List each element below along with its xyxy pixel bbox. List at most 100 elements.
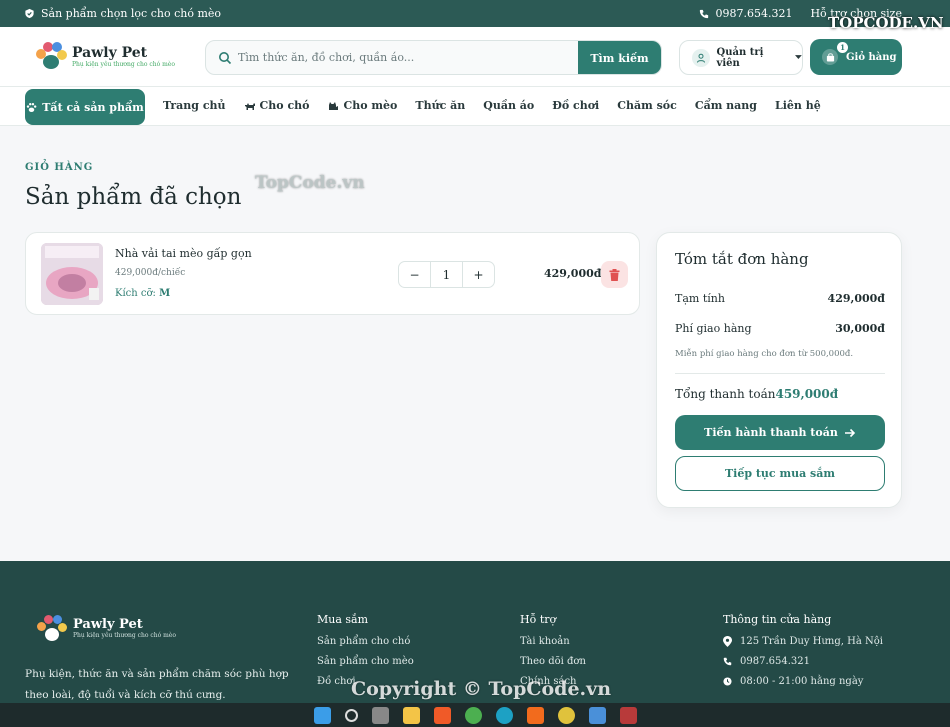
footer-store-title: Thông tin cửa hàng xyxy=(723,613,832,626)
nav-item-care[interactable]: Chăm sóc xyxy=(617,99,677,112)
line-total: 429,000đ xyxy=(544,267,602,280)
product-thumbnail[interactable] xyxy=(41,243,103,305)
paw-logo-icon xyxy=(36,41,67,71)
nav-item-label: Liên hệ xyxy=(774,99,821,112)
nav-item-label: Trang chủ xyxy=(163,99,226,112)
subtotal-row: Tạm tính 429,000đ xyxy=(675,292,885,305)
os-taskbar xyxy=(0,703,950,727)
shipping-row: Phí giao hàng 30,000đ xyxy=(675,322,885,335)
brand-logo[interactable]: Pawly Pet Phụ kiện yêu thương cho chó mè… xyxy=(36,41,175,71)
clock-icon xyxy=(723,677,732,686)
search-taskbar-icon[interactable] xyxy=(344,708,358,722)
nav-item-toys[interactable]: Đồ chơi xyxy=(552,99,599,112)
shipping-value: 30,000đ xyxy=(835,322,885,335)
nav-item-label: Cho chó xyxy=(259,99,310,112)
product-name[interactable]: Nhà vải tai mèo gấp gọn xyxy=(115,247,252,260)
nav-links: Trang chủ Cho chó Cho mèo Thức ăn Quần á… xyxy=(163,99,821,112)
topbar-phone[interactable]: 0987.654.321 xyxy=(715,7,792,20)
file-explorer-icon[interactable] xyxy=(402,706,420,724)
watermark-corner: TOPCODE.VN xyxy=(828,14,944,32)
task-view-icon[interactable] xyxy=(371,706,389,724)
edge-icon[interactable] xyxy=(495,706,513,724)
phone-icon xyxy=(700,9,709,18)
footer-brand-name: Pawly Pet xyxy=(73,617,143,632)
nav-item-clothes[interactable]: Quần áo xyxy=(483,99,534,112)
footer-link[interactable]: Theo dõi đơn xyxy=(520,656,586,667)
size-label: Kích cỡ: xyxy=(115,288,156,299)
location-pin-icon xyxy=(723,636,732,647)
checkout-button[interactable]: Tiến hành thanh toán xyxy=(675,415,885,450)
winrar-icon[interactable] xyxy=(619,706,637,724)
nav-item-label: Thức ăn xyxy=(415,99,466,112)
decrease-button[interactable]: − xyxy=(399,262,430,287)
brave-browser-icon[interactable] xyxy=(433,706,451,724)
footer-link[interactable]: Sản phẩm cho mèo xyxy=(317,656,414,667)
free-shipping-note: Miễn phí giao hàng cho đơn từ 500,000đ. xyxy=(675,349,854,359)
windows-start-icon[interactable] xyxy=(313,706,331,724)
cart-count-badge: 1 xyxy=(837,42,848,53)
remove-item-button[interactable] xyxy=(601,261,628,288)
shipping-label: Phí giao hàng xyxy=(675,322,752,335)
continue-shopping-button[interactable]: Tiếp tục mua sắm xyxy=(675,456,885,491)
topbar-promo: Sản phẩm chọn lọc cho chó mèo xyxy=(24,7,221,20)
all-products-button[interactable]: Tất cả sản phẩm xyxy=(25,89,145,125)
footer-hours-text: 08:00 - 21:00 hằng ngày xyxy=(740,676,864,687)
account-label: Quản trị viên xyxy=(716,46,764,69)
footer-support-title: Hỗ trợ xyxy=(520,613,557,626)
footer-hours: 08:00 - 21:00 hằng ngày xyxy=(723,676,883,687)
page-eyebrow: GIỎ HÀNG xyxy=(25,162,94,173)
quantity-stepper: − 1 + xyxy=(398,261,495,288)
nav-item-label: Quần áo xyxy=(483,99,535,112)
account-menu[interactable]: Quản trị viên xyxy=(679,40,803,75)
search-input[interactable]: Tìm thức ăn, đồ chơi, quần áo... xyxy=(238,51,414,64)
increase-button[interactable]: + xyxy=(463,262,494,287)
search-button[interactable]: Tìm kiếm xyxy=(578,41,661,74)
nav-item-home[interactable]: Trang chủ xyxy=(163,99,226,112)
footer-address: 125 Trần Duy Hưng, Hà Nội xyxy=(723,636,883,647)
brand-name: Pawly Pet xyxy=(72,44,148,61)
checkout-label: Tiến hành thanh toán xyxy=(704,426,838,439)
shopping-bag-icon xyxy=(822,49,838,65)
site-header: Pawly Pet Phụ kiện yêu thương cho chó mè… xyxy=(0,27,950,87)
nav-item-label: Cẩm nang xyxy=(694,99,757,112)
nav-item-cats[interactable]: Cho mèo xyxy=(327,99,397,112)
quantity-value[interactable]: 1 xyxy=(430,262,463,287)
dog-icon xyxy=(244,102,255,110)
nav-item-contact[interactable]: Liên hệ xyxy=(775,99,821,112)
watermark-top: TopCode.vn xyxy=(255,173,365,193)
search-icon xyxy=(219,52,232,65)
xampp-icon[interactable] xyxy=(526,706,544,724)
chrome-canary-icon[interactable] xyxy=(557,706,575,724)
top-bar: Sản phẩm chọn lọc cho chó mèo 0987.654.3… xyxy=(0,0,950,27)
chrome-icon[interactable] xyxy=(464,706,482,724)
topbar-promo-text: Sản phẩm chọn lọc cho chó mèo xyxy=(41,7,222,20)
product-size: Kích cỡ: M xyxy=(115,288,170,299)
summary-divider xyxy=(675,373,885,374)
nav-item-guide[interactable]: Cẩm nang xyxy=(695,99,757,112)
cart-label: Giỏ hàng xyxy=(846,51,897,63)
footer-description: Phụ kiện, thức ăn và sản phẩm chăm sóc p… xyxy=(25,668,289,701)
footer-link[interactable]: Tài khoản xyxy=(520,636,586,647)
user-icon xyxy=(692,48,710,67)
size-value: M xyxy=(159,288,171,299)
footer-phone-text[interactable]: 0987.654.321 xyxy=(740,656,810,667)
total-value: 459,000đ xyxy=(775,387,839,401)
nav-item-label: Đồ chơi xyxy=(552,99,600,112)
product-unit-price: 429,000đ/chiếc xyxy=(115,268,186,278)
footer-phone: 0987.654.321 xyxy=(723,656,883,667)
nav-item-food[interactable]: Thức ăn xyxy=(415,99,465,112)
subtotal-value: 429,000đ xyxy=(827,292,885,305)
notepad-icon[interactable] xyxy=(588,706,606,724)
shield-check-icon xyxy=(25,8,34,19)
brand-tagline: Phụ kiện yêu thương cho chó mèo xyxy=(72,60,175,68)
paw-icon xyxy=(27,102,37,112)
phone-icon xyxy=(723,657,732,666)
all-products-label: Tất cả sản phẩm xyxy=(42,100,144,114)
nav-item-dogs[interactable]: Cho chó xyxy=(244,99,310,112)
paw-logo-icon xyxy=(37,613,67,643)
cart-button[interactable]: 1 Giỏ hàng xyxy=(810,39,902,75)
footer-brand-tagline: Phụ kiện yêu thương cho chó mèo xyxy=(73,632,176,639)
footer-logo[interactable]: Pawly Pet Phụ kiện yêu thương cho chó mè… xyxy=(37,613,176,643)
footer-shop-title: Mua sắm xyxy=(317,613,369,626)
footer-link[interactable]: Sản phẩm cho chó xyxy=(317,636,414,647)
